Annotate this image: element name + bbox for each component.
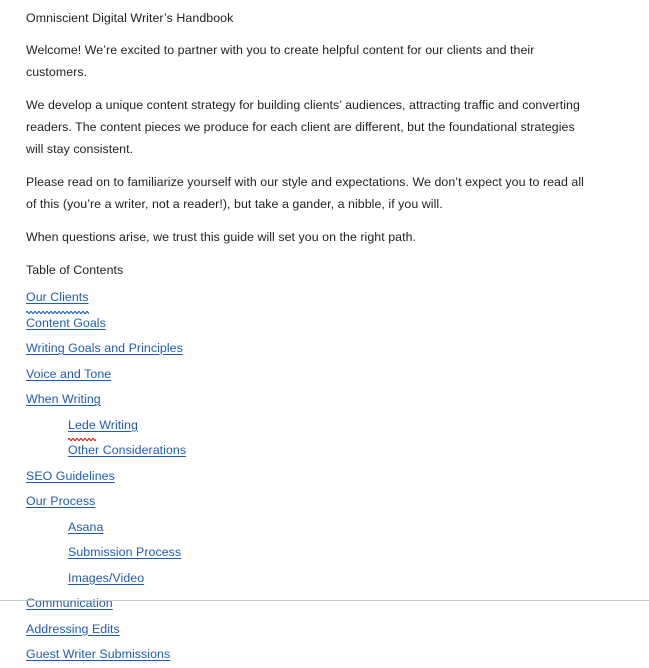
toc-link-images-video[interactable]: Images/Video (68, 566, 144, 592)
document-body: Omniscient Digital Writer’s Handbook Wel… (0, 0, 649, 668)
toc-list-item: Submission Process (26, 540, 591, 566)
toc-link-submission-process[interactable]: Submission Process (68, 540, 181, 566)
toc-list-item: When Writing (26, 387, 591, 413)
toc-link-seo-guidelines[interactable]: SEO Guidelines (26, 464, 115, 490)
page-bottom-divider (0, 600, 649, 601)
intro-paragraphs: Welcome! We’re excited to partner with y… (26, 39, 591, 248)
toc-list-item: Our Process (26, 489, 591, 515)
toc-link-addressing-edits[interactable]: Addressing Edits (26, 617, 120, 643)
toc-link-guest-writer-submissions[interactable]: Guest Writer Submissions (26, 642, 170, 668)
toc-link-other-considerations[interactable]: Other Considerations (68, 438, 186, 464)
table-of-contents-list: Our Clients Content Goals Writing Goals an… (26, 285, 591, 668)
toc-list-item: Lede Writing (26, 413, 591, 441)
toc-list-item: Writing Goals and Principles (26, 336, 591, 362)
paragraph: Welcome! We’re excited to partner with y… (26, 43, 535, 79)
toc-link-writing-goals-and-principles[interactable]: Writing Goals and Principles (26, 336, 183, 362)
toc-link-when-writing[interactable]: When Writing (26, 387, 101, 413)
toc-link-voice-and-tone[interactable]: Voice and Tone (26, 362, 111, 388)
paragraph: Please read on to familiarize yourself w… (26, 175, 584, 211)
document-page: Omniscient Digital Writer’s Handbook Wel… (0, 0, 649, 661)
toc-link-asana[interactable]: Asana (68, 515, 103, 541)
toc-list-item: Other Considerations (26, 438, 591, 464)
toc-link-lede-writing[interactable]: Lede Writing (68, 413, 138, 441)
toc-link-content-goals[interactable]: Content Goals (26, 311, 106, 337)
toc-list-item: Our Clients (26, 285, 591, 313)
toc-list-item: Guest Writer Submissions (26, 642, 591, 668)
toc-list-item: Asana (26, 515, 591, 541)
toc-list-item: Addressing Edits (26, 617, 591, 643)
table-of-contents-heading: Table of Contents (26, 263, 124, 277)
paragraph: When questions arise, we trust this guid… (26, 230, 417, 244)
toc-link-our-clients[interactable]: Our Clients (26, 285, 89, 313)
document-title: Omniscient Digital Writer’s Handbook (26, 11, 234, 25)
paragraph: We develop a unique content strategy for… (26, 98, 580, 156)
toc-list-item: Communication (26, 591, 591, 617)
toc-list-item: Content Goals (26, 311, 591, 337)
toc-list-item: Images/Video (26, 566, 591, 592)
toc-link-communication[interactable]: Communication (26, 591, 113, 617)
toc-list-item: Voice and Tone (26, 362, 591, 388)
toc-list-item: SEO Guidelines (26, 464, 591, 490)
toc-link-our-process[interactable]: Our Process (26, 489, 95, 515)
